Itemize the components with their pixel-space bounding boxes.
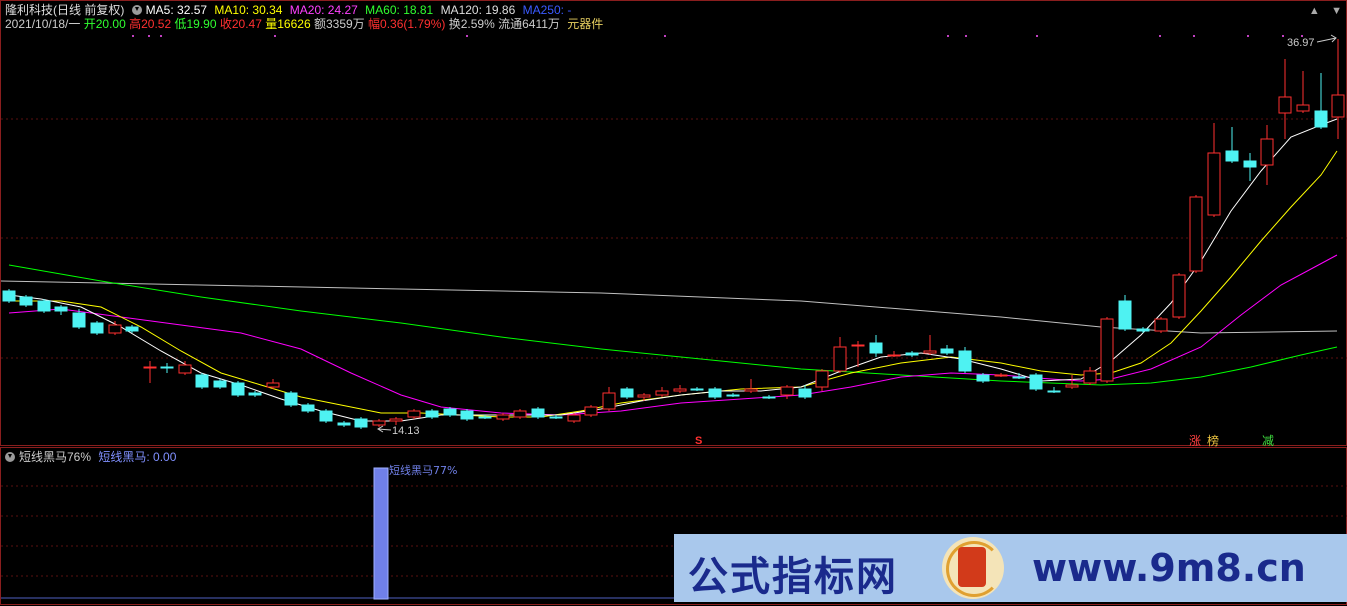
candle [319,409,333,423]
candle [372,419,386,427]
candle [337,421,351,427]
candlestick-chart: 36.97 14.13 S 涨 榜 减 [1,34,1347,447]
ma60-line [8,264,1338,386]
indicator-dropdown-icon[interactable] [5,452,15,462]
candle [37,299,51,313]
signal-bar-label: 短线黑马77% [389,463,457,477]
indicator-legend: 短线黑马76% 短线黑马: 0.00 [5,450,180,465]
candle [1100,317,1114,383]
candle [708,387,722,399]
watermark-right-text: www.9m8.cn [1032,546,1306,590]
candle [54,305,68,315]
event-marker-s: S [695,435,702,447]
indicator-value: 短线黑马: 0.00 [98,450,177,464]
candle [1296,71,1310,113]
grid-lines [1,118,1347,359]
candle [125,325,139,333]
price-chart-panel[interactable]: 隆利科技(日线 前复权) MA5: 32.57 MA10: 30.34 MA20… [0,0,1347,447]
candle [584,405,598,417]
candle [1243,153,1257,181]
candle [780,385,794,399]
candle [2,289,16,303]
candle [690,387,704,391]
candle [976,373,990,383]
candle [887,351,901,357]
candle [513,409,527,419]
event-marker-jian: 减 [1262,434,1274,447]
candle [726,393,740,397]
candle [531,407,545,419]
ma20-line [8,254,1338,416]
candle [1083,367,1097,385]
candle [994,373,1008,377]
candle [673,385,687,393]
watermark-banner: 公式指标网 www.9m8.cn [674,534,1347,602]
candle [407,409,421,419]
candle [160,363,174,373]
candle [266,379,280,389]
candle [443,407,457,417]
candle [1172,273,1186,319]
candle [354,417,368,429]
low-price-label: 14.13 [392,425,420,437]
candle [1331,39,1345,139]
candle [744,379,758,393]
candle [602,387,616,411]
candle [620,387,634,399]
signal-bar [373,467,389,600]
candle [143,361,157,383]
candle [869,335,883,357]
candle [1278,59,1292,139]
candle [655,387,669,397]
candle [213,379,227,389]
candles [2,39,1345,429]
candle [1047,387,1061,393]
candle [460,409,474,421]
event-marker-bang: 榜 [1207,433,1219,447]
candle [425,409,439,419]
event-marker-zhang: 涨 [1189,433,1201,447]
candle [1118,295,1132,331]
candle [1225,127,1239,163]
candle [940,345,954,355]
candle [284,391,298,407]
indicator-name: 短线黑马76% [19,450,92,464]
candle [231,381,245,397]
candle [1314,73,1328,129]
candle [90,321,104,335]
candle [958,347,972,373]
candle [905,351,919,357]
top-event-ticks [132,35,1303,37]
candle [1065,375,1079,389]
candle [815,369,829,391]
candle [1207,123,1221,217]
candle [833,337,847,373]
candle [923,335,937,355]
candle [178,361,192,375]
candle [248,391,262,397]
candle [389,417,403,425]
candle [1154,317,1168,333]
watermark-left-text: 公式指标网 [688,554,898,600]
candle [1189,195,1203,273]
candle [301,403,315,413]
candle [567,413,581,423]
ma120-line [1,280,1338,334]
candle [108,321,122,335]
candle [496,413,510,421]
high-price-label: 36.97 [1287,37,1315,49]
candle [762,395,776,399]
candle [1029,373,1043,391]
candle [19,295,33,307]
watermark-logo [942,537,1004,599]
candle [195,373,209,389]
candle [1260,125,1274,185]
